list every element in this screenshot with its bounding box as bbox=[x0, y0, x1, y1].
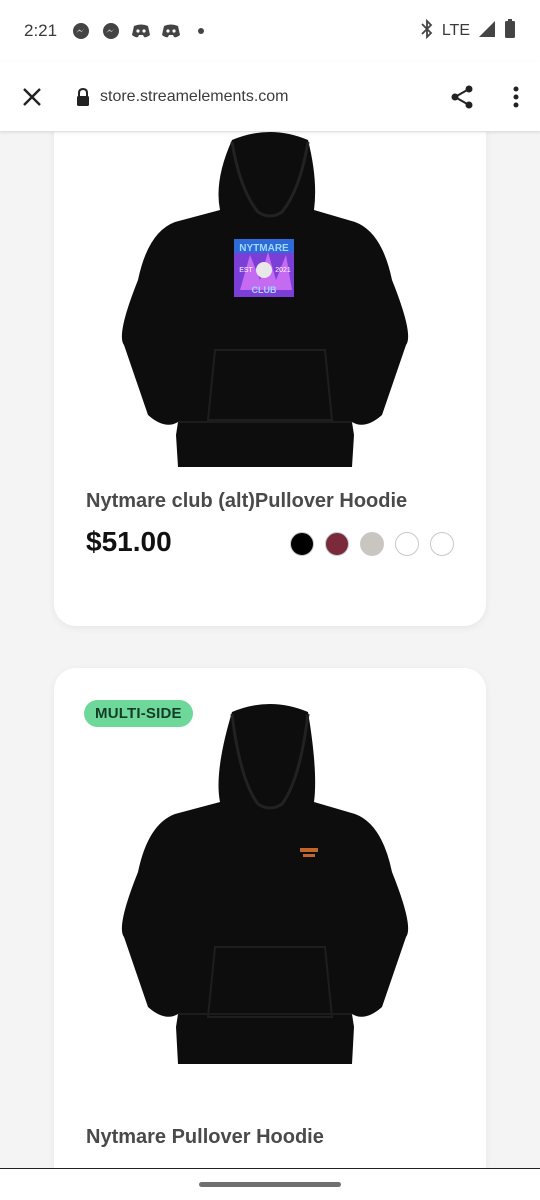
status-bar: 2:21 LTE bbox=[0, 0, 540, 62]
color-swatch-maroon[interactable] bbox=[325, 532, 349, 556]
product-card[interactable]: MULTI-SIDE Nytmare Pullover Hoodie bbox=[54, 668, 486, 1168]
status-time: 2:21 bbox=[24, 21, 58, 40]
dot-icon bbox=[191, 21, 211, 41]
discord-icon bbox=[131, 21, 151, 41]
gesture-nav-bar bbox=[0, 1168, 540, 1200]
discord-icon bbox=[161, 21, 181, 41]
signal-icon bbox=[478, 20, 496, 43]
hoodie-image bbox=[121, 704, 409, 1064]
print-title: NYTMARE bbox=[239, 243, 289, 254]
product-name[interactable]: Nytmare Pullover Hoodie bbox=[86, 1126, 324, 1149]
product-image[interactable]: NYTMARE EST 2021 CLUB bbox=[54, 132, 486, 470]
product-image[interactable] bbox=[54, 702, 486, 1072]
browser-url-bar: store.streamelements.com bbox=[0, 62, 540, 132]
print-est: EST bbox=[239, 267, 253, 274]
color-swatch-light-gray[interactable] bbox=[360, 532, 384, 556]
notification-icons bbox=[71, 21, 211, 41]
lock-icon bbox=[74, 87, 92, 107]
more-vert-icon[interactable] bbox=[512, 85, 520, 109]
battery-icon bbox=[504, 18, 516, 44]
print-club: CLUB bbox=[252, 285, 277, 295]
product-name[interactable]: Nytmare club (alt)Pullover Hoodie bbox=[86, 490, 407, 513]
messenger-icon bbox=[101, 21, 121, 41]
hoodie-image: NYTMARE EST 2021 CLUB bbox=[121, 132, 409, 467]
messenger-icon bbox=[71, 21, 91, 41]
product-card[interactable]: NYTMARE EST 2021 CLUB Nytmare club (alt)… bbox=[54, 132, 486, 626]
color-swatches bbox=[290, 532, 454, 556]
status-right: LTE bbox=[420, 18, 516, 44]
close-icon[interactable] bbox=[20, 85, 44, 109]
product-price: $51.00 bbox=[86, 526, 172, 557]
print-year: 2021 bbox=[275, 267, 291, 274]
url-text[interactable]: store.streamelements.com bbox=[100, 88, 289, 106]
color-swatch-black[interactable] bbox=[290, 532, 314, 556]
share-icon[interactable] bbox=[448, 83, 476, 111]
bluetooth-icon bbox=[420, 18, 434, 44]
network-type: LTE bbox=[441, 22, 470, 39]
color-swatch-white[interactable] bbox=[430, 532, 454, 556]
product-list: NYTMARE EST 2021 CLUB Nytmare club (alt)… bbox=[0, 132, 540, 1168]
home-gesture-pill[interactable] bbox=[199, 1182, 341, 1187]
color-swatch-white[interactable] bbox=[395, 532, 419, 556]
